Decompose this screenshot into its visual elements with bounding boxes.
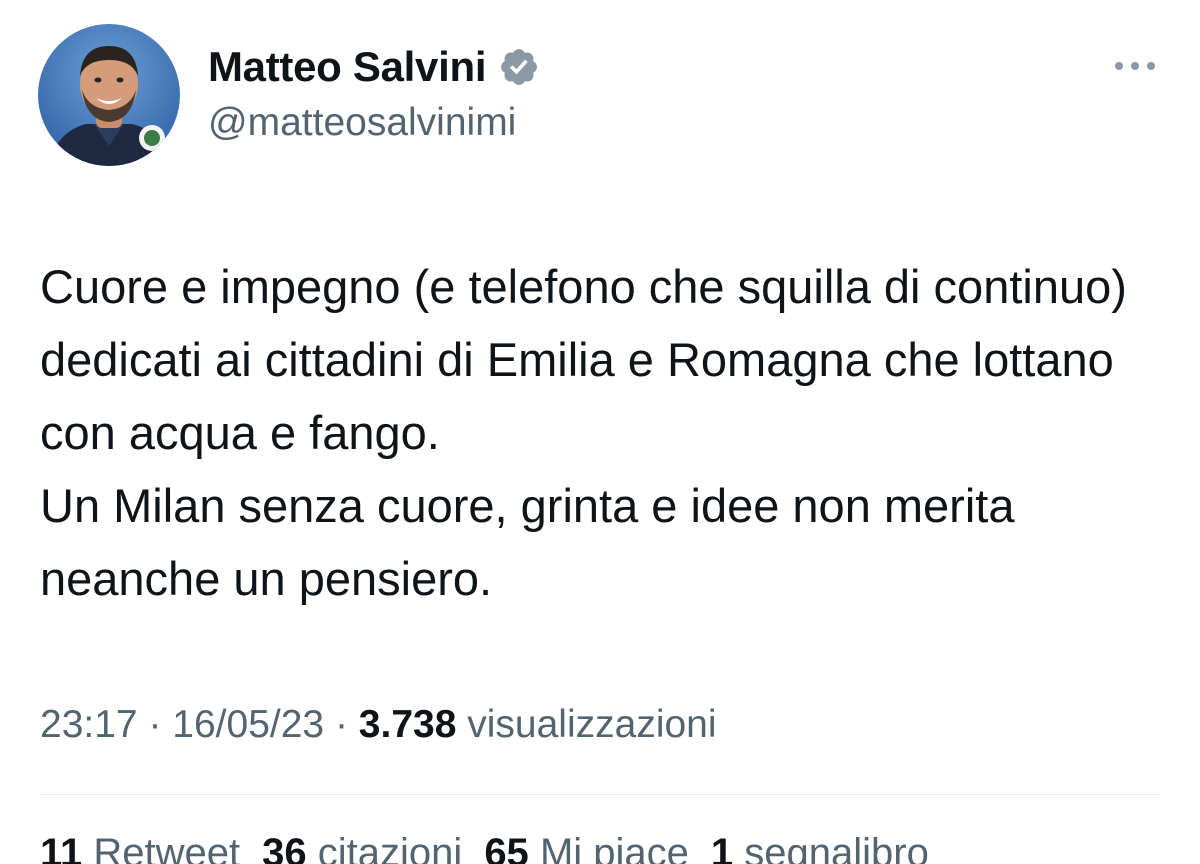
tweet-time[interactable]: 23:17 (40, 703, 138, 746)
quotes-label: citazioni (317, 831, 463, 864)
retweets-count: 11 (40, 831, 83, 864)
author-names: Matteo Salvini @matteosalvinimi (208, 42, 540, 148)
views-count: 3.738 (358, 703, 457, 746)
tweet-text: Cuore e impegno (e telefono che squilla … (40, 250, 1170, 615)
tweet: Matteo Salvini @matteosalvinimi Cuore e … (0, 0, 1200, 864)
divider (40, 794, 1160, 795)
avatar[interactable] (38, 24, 180, 166)
author-handle[interactable]: @matteosalvinimi (208, 98, 540, 148)
bookmarks-count: 1 (710, 831, 734, 864)
display-name-row: Matteo Salvini (208, 42, 540, 92)
author-display-name[interactable]: Matteo Salvini (208, 42, 487, 92)
likes-count: 65 (484, 831, 529, 864)
likes-stat[interactable]: 65 Mi piace (484, 831, 689, 864)
more-options-button[interactable] (1112, 56, 1158, 76)
bookmarks-stat[interactable]: 1 segnalibro (711, 831, 929, 864)
quotes-stat[interactable]: 36 citazioni (262, 831, 462, 864)
more-horizontal-icon (1115, 62, 1155, 70)
meta-separator: · (334, 703, 348, 746)
retweets-label: Retweet (93, 831, 241, 864)
views-label: visualizzazioni (467, 703, 717, 746)
tweet-meta: 23:17 · 16/05/23 · 3.738 visualizzazioni (40, 700, 717, 750)
meta-separator: · (148, 703, 162, 746)
tweet-paragraph: Cuore e impegno (e telefono che squilla … (40, 260, 1127, 459)
likes-label: Mi piace (539, 831, 689, 864)
quotes-count: 36 (262, 831, 307, 864)
verified-badge-icon[interactable] (498, 46, 540, 88)
engagement-stats: 11 Retweet 36 citazioni 65 Mi piace 1 segna… (40, 828, 951, 864)
bookmarks-label: segnalibro (744, 831, 929, 864)
tweet-paragraph: Un Milan senza cuore, grinta e idee non … (40, 479, 1015, 605)
tweet-header: Matteo Salvini @matteosalvinimi (38, 24, 540, 166)
tweet-date[interactable]: 16/05/23 (172, 703, 324, 746)
avatar-image (38, 24, 180, 166)
retweets-stat[interactable]: 11 Retweet (40, 831, 240, 864)
